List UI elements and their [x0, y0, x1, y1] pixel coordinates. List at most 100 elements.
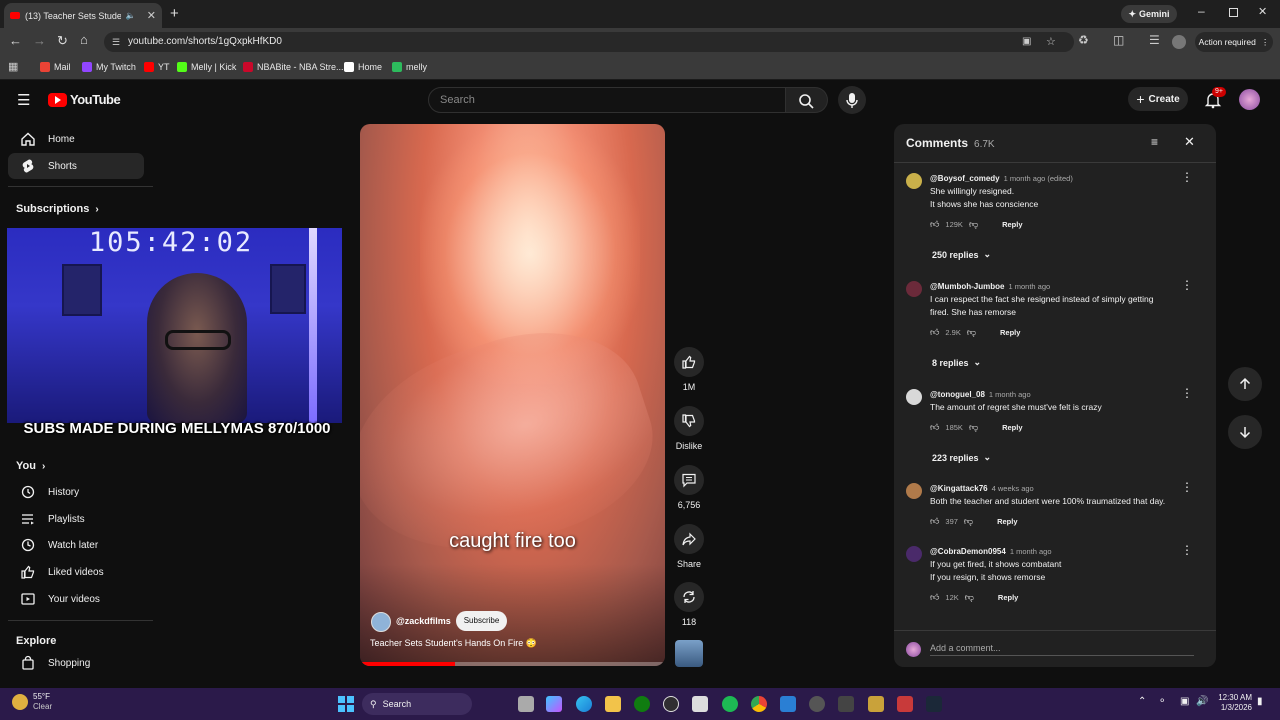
- audio-track-thumbnail[interactable]: [675, 640, 703, 667]
- tab-close-icon[interactable]: ✕: [147, 9, 156, 22]
- comment-time[interactable]: 4 weeks ago: [992, 484, 1034, 493]
- commenter-avatar[interactable]: [906, 281, 922, 297]
- window-close-icon[interactable]: ✕: [1258, 5, 1267, 18]
- photos-icon[interactable]: [780, 696, 796, 712]
- reload-icon[interactable]: ↻: [57, 33, 68, 49]
- app-icon[interactable]: [838, 696, 854, 712]
- comment-author[interactable]: @Mumboh-Jumboe: [930, 282, 1004, 291]
- task-view-icon[interactable]: [518, 696, 534, 712]
- reply-button[interactable]: Reply: [1002, 220, 1022, 229]
- comment-author[interactable]: @Boysof_comedy: [930, 174, 1000, 183]
- comment-menu-icon[interactable]: ⋮: [1181, 480, 1193, 494]
- split-view-icon[interactable]: ◫: [1113, 33, 1124, 47]
- extensions-icon[interactable]: ♻: [1078, 33, 1089, 47]
- thumbs-up-icon[interactable]: 👍︎: [930, 422, 939, 433]
- comment-menu-icon[interactable]: ⋮: [1181, 170, 1193, 184]
- new-tab-icon[interactable]: +: [170, 5, 179, 22]
- thumbs-up-icon[interactable]: 👍︎: [930, 219, 939, 230]
- comment-author[interactable]: @CobraDemon0954: [930, 547, 1006, 556]
- comment-menu-icon[interactable]: ⋮: [1181, 543, 1193, 557]
- bookmark-item[interactable]: melly: [392, 62, 427, 72]
- remix-button[interactable]: [674, 582, 704, 612]
- spotify-icon[interactable]: [722, 696, 738, 712]
- cast-icon[interactable]: ▣: [1022, 32, 1031, 52]
- steam-icon[interactable]: [926, 696, 942, 712]
- bookmark-item[interactable]: Mail: [40, 62, 71, 72]
- taskbar-search[interactable]: ⚲ Search: [362, 693, 472, 715]
- obs-icon[interactable]: [663, 696, 679, 712]
- youtube-logo[interactable]: YouTube: [48, 92, 121, 107]
- commenter-avatar[interactable]: [906, 389, 922, 405]
- subscribe-button[interactable]: Subscribe: [456, 611, 507, 631]
- reply-button[interactable]: Reply: [1000, 328, 1020, 337]
- sidebar-item-shorts[interactable]: Shorts: [8, 153, 144, 179]
- file-explorer-icon[interactable]: [605, 696, 621, 712]
- copilot-icon[interactable]: [546, 696, 562, 712]
- commenter-avatar[interactable]: [906, 173, 922, 189]
- tray-chevron-icon[interactable]: ⌃: [1138, 696, 1146, 707]
- commenter-avatar[interactable]: [906, 483, 922, 499]
- subscriptions-heading[interactable]: Subscriptions ›: [16, 203, 99, 215]
- xbox-icon[interactable]: [634, 696, 650, 712]
- comment-time[interactable]: 1 month ago: [989, 390, 1031, 399]
- bookmark-item[interactable]: YT: [144, 62, 170, 72]
- microphone-tray-icon[interactable]: ⚬: [1158, 696, 1166, 707]
- sort-icon[interactable]: ≡: [1151, 135, 1158, 149]
- voice-search-button[interactable]: [838, 86, 866, 114]
- thumbs-up-icon[interactable]: 👍︎: [930, 592, 939, 603]
- site-info-icon[interactable]: ☰: [112, 32, 120, 52]
- app-icon[interactable]: [897, 696, 913, 712]
- previous-short-button[interactable]: [1228, 367, 1262, 401]
- store-icon[interactable]: [692, 696, 708, 712]
- reply-button[interactable]: Reply: [1002, 423, 1022, 432]
- short-title[interactable]: Teacher Sets Student's Hands On Fire 😳: [370, 638, 537, 649]
- thumbs-down-icon[interactable]: 👎︎: [967, 327, 976, 338]
- forward-icon[interactable]: →: [33, 33, 46, 48]
- hamburger-menu-icon[interactable]: ☰: [17, 91, 30, 109]
- volume-icon[interactable]: 🔊: [1196, 696, 1208, 707]
- bookmark-item[interactable]: NBABite - NBA Stre...: [243, 62, 344, 72]
- next-short-button[interactable]: [1228, 415, 1262, 449]
- share-button[interactable]: [674, 524, 704, 554]
- home-button-icon[interactable]: ⌂: [80, 32, 88, 47]
- apps-grid-icon[interactable]: ▦: [8, 60, 18, 73]
- comment-time[interactable]: 1 month ago (edited): [1004, 174, 1073, 183]
- short-video-player[interactable]: @zackdfilms Subscribe Teacher Sets Stude…: [360, 124, 665, 666]
- create-button[interactable]: + Create: [1128, 87, 1188, 111]
- thumbs-up-icon[interactable]: 👍︎: [930, 327, 939, 338]
- comments-button[interactable]: [674, 465, 704, 495]
- thumbs-down-icon[interactable]: 👎︎: [965, 592, 974, 603]
- view-replies-button[interactable]: 8 replies ⌄: [932, 357, 981, 368]
- like-button[interactable]: [674, 347, 704, 377]
- bookmark-star-icon[interactable]: ☆: [1046, 32, 1056, 52]
- sidebar-item-home[interactable]: Home: [8, 126, 144, 152]
- thumbs-up-icon[interactable]: 👍︎: [930, 516, 939, 527]
- sidebar-item-shopping[interactable]: Shopping: [8, 650, 144, 676]
- you-heading[interactable]: You ›: [16, 460, 45, 472]
- reply-button[interactable]: Reply: [998, 593, 1018, 602]
- dislike-button[interactable]: [674, 406, 704, 436]
- start-button[interactable]: [338, 696, 354, 712]
- minimize-icon[interactable]: –: [1198, 4, 1205, 18]
- notifications-button[interactable]: 9+: [1203, 87, 1226, 110]
- url-bar[interactable]: ☰ youtube.com/shorts/1gQxpkHfKD0 ▣ ☆: [104, 32, 1074, 52]
- channel-avatar[interactable]: [371, 612, 391, 632]
- search-input[interactable]: Search: [428, 87, 786, 113]
- reading-list-icon[interactable]: ☰: [1149, 33, 1160, 47]
- gemini-button[interactable]: ✦ Gemini: [1121, 5, 1177, 23]
- notification-center-icon[interactable]: ▮: [1257, 696, 1263, 707]
- add-comment-input[interactable]: Add a comment...: [930, 643, 1194, 656]
- bookmark-item[interactable]: Home: [344, 62, 382, 72]
- comment-time[interactable]: 1 month ago: [1008, 282, 1050, 291]
- back-icon[interactable]: ←: [9, 33, 22, 48]
- comment-author[interactable]: @Kingattack76: [930, 484, 988, 493]
- search-button[interactable]: [786, 87, 828, 113]
- action-required-button[interactable]: Action required ⋮: [1195, 32, 1273, 52]
- thumbs-down-icon[interactable]: 👎︎: [969, 422, 978, 433]
- weather-widget[interactable]: 55°F Clear: [12, 692, 52, 712]
- reply-button[interactable]: Reply: [997, 517, 1017, 526]
- comment-menu-icon[interactable]: ⋮: [1181, 278, 1193, 292]
- comment-menu-icon[interactable]: ⋮: [1181, 386, 1193, 400]
- comment-author[interactable]: @tonoguel_08: [930, 390, 985, 399]
- channel-name[interactable]: @zackdfilms: [396, 616, 451, 626]
